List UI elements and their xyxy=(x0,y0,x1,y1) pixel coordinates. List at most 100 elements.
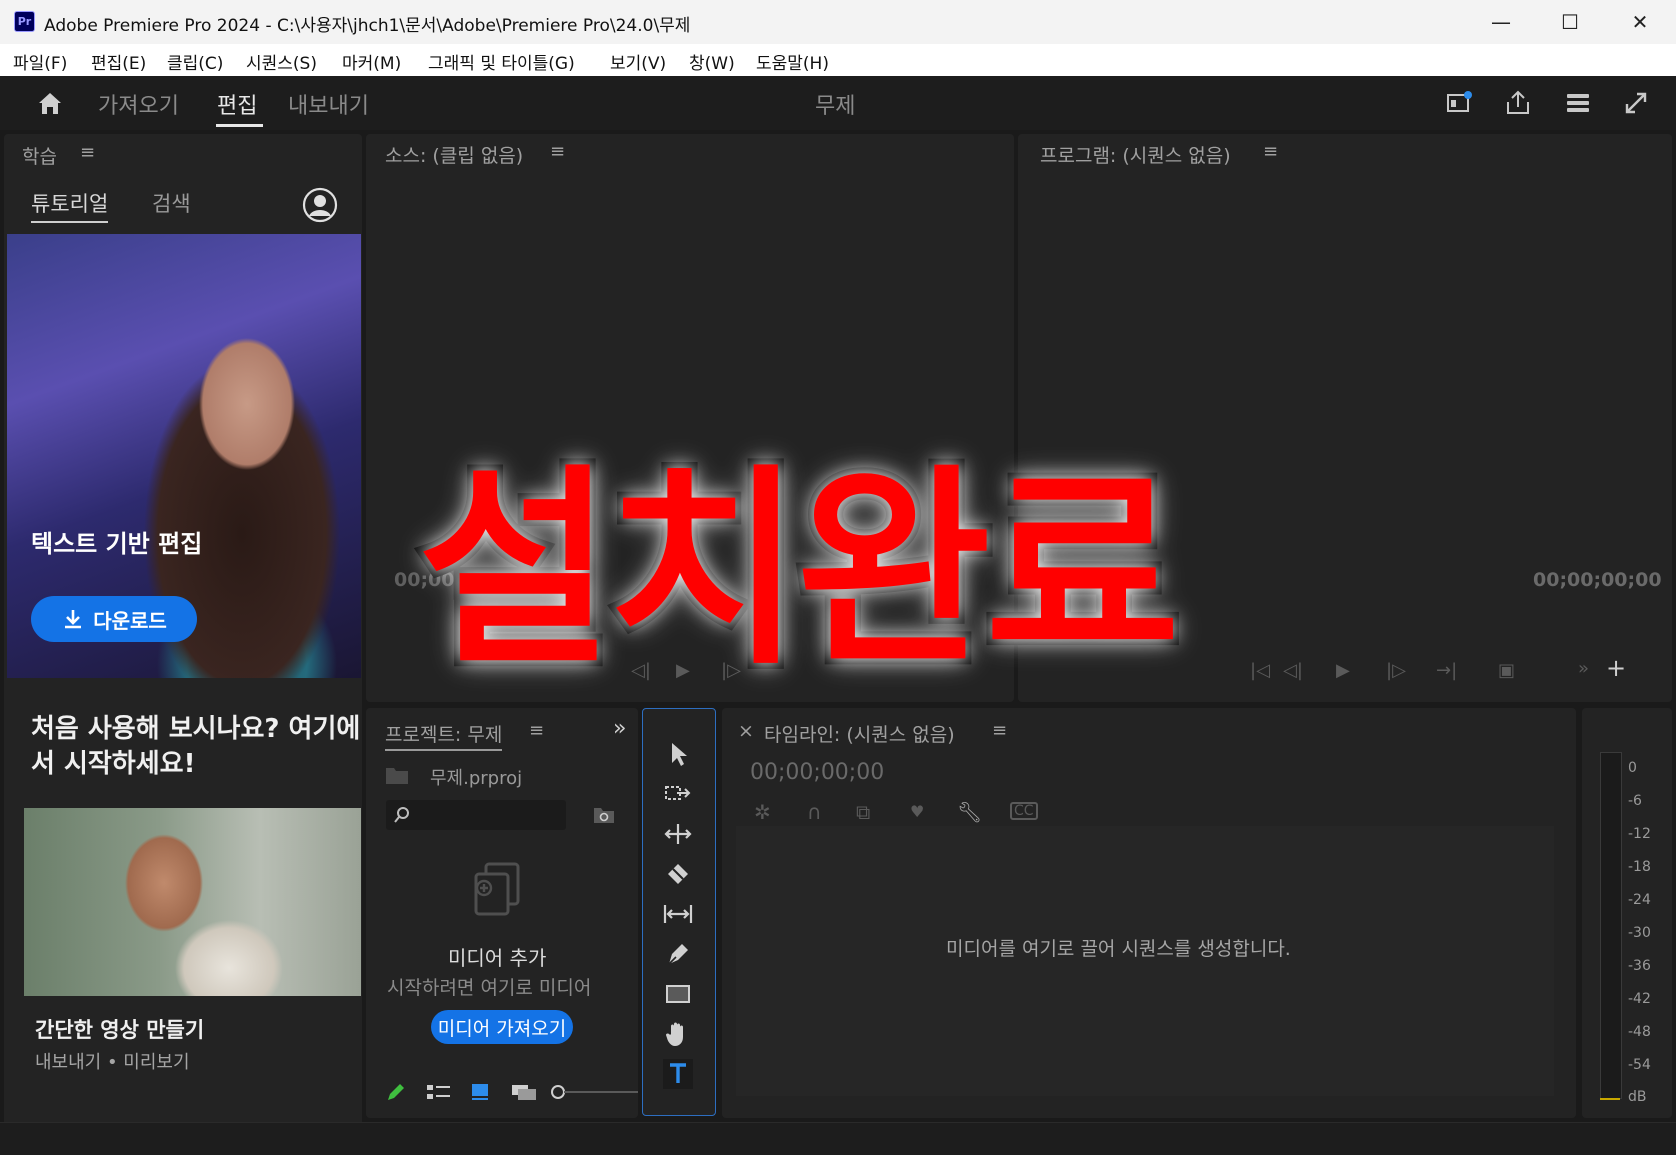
tab-export[interactable]: 내보내기 xyxy=(288,88,369,120)
menu-marker[interactable]: 마커(M) xyxy=(342,49,401,74)
program-more-icon[interactable]: » xyxy=(1578,658,1589,679)
project-panel: 프로젝트: 무제 ≡ » 무제.prproj 미디어 추가 시작하려면 여기로 … xyxy=(366,708,638,1118)
quick-export-icon[interactable] xyxy=(1444,88,1474,118)
download-label: 다운로드 xyxy=(93,608,167,633)
audio-meter-panel xyxy=(1582,708,1672,1118)
zoom-slider[interactable] xyxy=(550,1084,638,1100)
home-icon[interactable] xyxy=(35,88,65,118)
workspaces-icon[interactable] xyxy=(1563,88,1593,118)
tab-search[interactable]: 검색 xyxy=(152,188,191,218)
project-folder-icon xyxy=(386,768,408,784)
ripple-edit-tool-icon[interactable] xyxy=(648,816,708,852)
snap-icon[interactable]: ∩ xyxy=(807,800,822,824)
project-panel-menu-icon[interactable]: ≡ xyxy=(529,720,544,741)
project-search-input[interactable] xyxy=(386,800,566,830)
project-panel-title[interactable]: 프로젝트: 무제 xyxy=(385,720,503,751)
timeline-panel-title: 타임라인: (시퀀스 없음) xyxy=(764,724,955,746)
meter-label: -18 xyxy=(1628,859,1651,875)
window-title-bar: Pr Adobe Premiere Pro 2024 - C:\사용자\jhch… xyxy=(0,0,1676,44)
source-monitor-menu-icon[interactable]: ≡ xyxy=(550,141,565,162)
list-view-icon[interactable] xyxy=(426,1082,452,1102)
learn-panel-title: 학습 xyxy=(22,146,57,168)
razor-tool-icon[interactable] xyxy=(648,856,708,892)
search-icon xyxy=(394,807,409,823)
meter-label: -6 xyxy=(1628,793,1642,809)
menu-graphics[interactable]: 그래픽 및 타이틀(G) xyxy=(428,49,575,74)
program-export-frame-icon[interactable]: ▣ xyxy=(1498,660,1515,681)
meter-label: -30 xyxy=(1628,925,1651,941)
fullscreen-icon[interactable] xyxy=(1621,88,1651,118)
menu-edit[interactable]: 편집(E) xyxy=(91,49,146,74)
minimize-button[interactable]: — xyxy=(1466,0,1536,44)
tutorial-card-2-tags: 내보내기 • 미리보기 xyxy=(35,1052,190,1073)
menu-sequence[interactable]: 시퀀스(S) xyxy=(246,49,317,74)
program-play-icon[interactable]: ▶ xyxy=(1336,660,1350,681)
menu-bar: 파일(F) 편집(E) 클립(C) 시퀀스(S) 마커(M) 그래픽 및 타이틀… xyxy=(0,44,1676,76)
meter-label: -12 xyxy=(1628,826,1651,842)
meter-label: dB xyxy=(1628,1089,1647,1105)
timeline-settings-wrench-icon[interactable]: 🔧︎ xyxy=(957,800,982,824)
project-panel-overflow-icon[interactable]: » xyxy=(613,716,626,741)
tutorial-card-1-title: 텍스트 기반 편집 xyxy=(31,530,203,558)
program-step-forward-icon[interactable]: |▷ xyxy=(1386,660,1406,681)
learn-intro-text: 처음 사용해 보시나요? 여기에서 시작하세요! xyxy=(31,714,361,779)
tutorial-card-2-image[interactable] xyxy=(24,808,361,996)
tutorial-card-1-image[interactable]: 텍스트 기반 편집 다운로드 xyxy=(7,234,361,678)
meter-label: 0 xyxy=(1628,760,1637,776)
meter-label: -36 xyxy=(1628,958,1651,974)
maximize-button[interactable]: ☐ xyxy=(1535,0,1605,44)
nest-toggle-icon[interactable]: ✲ xyxy=(754,800,771,824)
audio-meter-bar xyxy=(1600,752,1622,1099)
pen-tool-icon[interactable] xyxy=(648,936,708,972)
tutorial-card-2-title[interactable]: 간단한 영상 만들기 xyxy=(35,1014,204,1044)
menu-clip[interactable]: 클립(C) xyxy=(167,49,223,74)
program-step-back-icon[interactable]: ◁| xyxy=(1283,660,1303,681)
project-title: 무제 xyxy=(815,94,856,119)
project-filename: 무제.prproj xyxy=(430,768,523,789)
find-in-bin-icon[interactable] xyxy=(592,804,616,826)
tab-tutorials[interactable]: 튜토리얼 xyxy=(31,188,109,223)
menu-view[interactable]: 보기(V) xyxy=(610,49,666,74)
timeline-panel-menu-icon[interactable]: ≡ xyxy=(992,720,1007,741)
empty-state-description: 시작하려면 여기로 미디어 xyxy=(387,977,592,999)
share-icon[interactable] xyxy=(1503,88,1533,118)
download-icon xyxy=(65,610,82,629)
freeform-view-icon[interactable] xyxy=(510,1082,540,1102)
meter-label: -48 xyxy=(1628,1024,1651,1040)
program-go-to-out-icon[interactable]: →| xyxy=(1436,660,1457,681)
timeline-track-area[interactable] xyxy=(736,826,1554,1096)
install-complete-overlay: 설치완료 xyxy=(412,440,1186,699)
program-add-button-icon[interactable]: + xyxy=(1606,654,1626,682)
type-tool-icon[interactable] xyxy=(648,1056,708,1092)
captions-icon[interactable]: CC xyxy=(1010,802,1038,820)
slip-tool-icon[interactable] xyxy=(648,896,708,932)
icon-view-icon[interactable] xyxy=(470,1082,492,1102)
window-title: Adobe Premiere Pro 2024 - C:\사용자\jhch1\문… xyxy=(44,16,691,36)
import-media-button[interactable]: 미디어 가져오기 xyxy=(431,1010,573,1044)
menu-help[interactable]: 도움말(H) xyxy=(756,49,829,74)
menu-file[interactable]: 파일(F) xyxy=(13,49,67,74)
learn-panel-menu-icon[interactable]: ≡ xyxy=(80,142,95,163)
timeline-timecode[interactable]: 00;00;00;00 xyxy=(750,760,884,785)
linked-selection-icon[interactable]: ⧉ xyxy=(856,800,870,824)
program-monitor-title: 프로그램: (시퀀스 없음) xyxy=(1040,145,1231,167)
empty-state-title: 미디어 추가 xyxy=(448,946,547,970)
selection-tool-icon[interactable] xyxy=(648,736,708,772)
menu-window[interactable]: 창(W) xyxy=(689,49,735,74)
download-button[interactable]: 다운로드 xyxy=(31,596,197,642)
timeline-close-icon[interactable]: × xyxy=(738,720,754,742)
close-window-button[interactable]: ✕ xyxy=(1605,0,1675,44)
tab-import[interactable]: 가져오기 xyxy=(98,88,179,120)
audio-meter-level xyxy=(1600,1098,1620,1100)
add-marker-icon[interactable]: ♥ xyxy=(910,802,924,821)
hand-tool-icon[interactable] xyxy=(648,1016,708,1052)
rectangle-tool-icon[interactable] xyxy=(648,976,708,1012)
track-select-tool-icon[interactable] xyxy=(648,776,708,812)
program-monitor-menu-icon[interactable]: ≡ xyxy=(1263,141,1278,162)
tab-edit[interactable]: 편집 xyxy=(217,88,257,120)
pencil-icon[interactable] xyxy=(384,1080,408,1104)
account-icon[interactable] xyxy=(302,187,338,223)
status-bar xyxy=(0,1122,1676,1155)
timeline-empty-message: 미디어를 여기로 끌어 시퀀스를 생성합니다. xyxy=(946,938,1291,960)
program-timecode[interactable]: 00;00;00;00 xyxy=(1533,569,1662,591)
